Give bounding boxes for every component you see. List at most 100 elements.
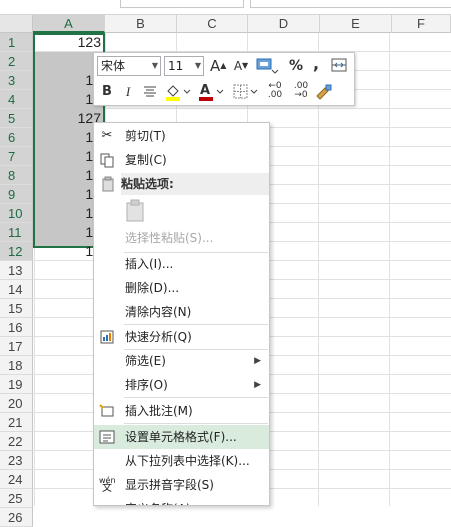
mini-toolbar: 宋体 ▼ 11 ▼ A▲ A▼ % , B I A ←0 .00 .00 →0 <box>93 52 355 106</box>
merge-center-icon <box>331 58 347 72</box>
row-header-12[interactable]: 12 <box>0 242 33 261</box>
row-header-13[interactable]: 13 <box>0 261 33 280</box>
comma-style-button[interactable]: , <box>310 55 322 73</box>
menu-item-quick-analysis[interactable]: 快速分析(Q) <box>94 325 269 349</box>
copy-icon <box>99 152 115 168</box>
row-header-1[interactable]: 1 <box>0 33 33 52</box>
column-header-b[interactable]: B <box>105 15 177 33</box>
menu-item-pick-from-list[interactable]: 从下拉列表中选择(K)... <box>94 449 269 473</box>
column-header-f[interactable]: F <box>392 15 451 33</box>
row-header-17[interactable]: 17 <box>0 337 33 356</box>
row-header-21[interactable]: 21 <box>0 413 33 432</box>
increase-decimal-icon: ←0.00 <box>267 81 283 100</box>
chevron-down-icon: ▼ <box>194 61 201 70</box>
font-size-select[interactable]: 11 ▼ <box>164 56 204 76</box>
cell-a9[interactable]: 13 <box>33 185 101 204</box>
row-header-26[interactable]: 26 <box>0 508 33 527</box>
menu-item-copy[interactable]: 复制(C) <box>94 148 269 172</box>
comment-icon <box>99 403 115 419</box>
format-cells-icon <box>99 429 115 445</box>
menu-item-show-phonetic[interactable]: wén 文 显示拼音字段(S) <box>94 473 269 497</box>
row-header-4[interactable]: 4 <box>0 90 33 109</box>
borders-button[interactable] <box>232 82 260 108</box>
format-painter-icon <box>316 84 332 100</box>
column-header-a[interactable]: A <box>33 15 105 33</box>
cell-a10[interactable]: 13 <box>33 204 101 223</box>
fill-color-button[interactable] <box>164 82 192 108</box>
paste-clipboard-icon <box>126 199 144 222</box>
row-header-20[interactable]: 20 <box>0 394 33 413</box>
phonetic-icon: wén 文 <box>99 476 116 494</box>
align-center-button[interactable] <box>142 83 158 105</box>
row-header-2[interactable]: 2 <box>0 52 33 71</box>
row-header-7[interactable]: 7 <box>0 147 33 166</box>
row-header-25[interactable]: 25 <box>0 489 33 508</box>
row-header-6[interactable]: 6 <box>0 128 33 147</box>
decrease-font-size-button[interactable]: A▼ <box>233 57 249 75</box>
menu-item-insert[interactable]: 插入(I)... <box>94 252 269 276</box>
menu-separator <box>124 397 268 398</box>
row-header-16[interactable]: 16 <box>0 318 33 337</box>
menu-item-define-name[interactable]: 定义名称(A)... <box>94 497 269 505</box>
row-header-22[interactable]: 22 <box>0 432 33 451</box>
cell-a1[interactable]: 123 <box>33 33 101 52</box>
cell-a5[interactable]: 127 <box>33 109 101 128</box>
format-painter-button[interactable] <box>314 82 334 108</box>
percent-style-button[interactable]: % <box>288 57 304 75</box>
cell-a7[interactable]: 12 <box>33 147 101 166</box>
paste-options-header: 粘贴选项: <box>121 173 269 195</box>
font-color-button[interactable]: A <box>198 82 226 108</box>
column-header-e[interactable]: E <box>320 15 392 33</box>
row-header-9[interactable]: 9 <box>0 185 33 204</box>
scissors-icon: ✂ <box>101 128 113 143</box>
bold-button[interactable]: B <box>100 83 114 101</box>
row-header-8[interactable]: 8 <box>0 166 33 185</box>
increase-font-size-button[interactable]: A▲ <box>210 57 226 75</box>
row-header-19[interactable]: 19 <box>0 375 33 394</box>
row-header-3[interactable]: 3 <box>0 71 33 90</box>
menu-item-insert-comment[interactable]: 插入批注(M) <box>94 399 269 423</box>
menu-item-paste-special[interactable]: 选择性粘贴(S)... <box>94 226 269 250</box>
merge-center-button[interactable] <box>330 56 348 80</box>
formula-bar-area <box>0 0 451 15</box>
accounting-format-button[interactable] <box>254 56 280 82</box>
clipboard-icon <box>100 176 116 192</box>
cell-a12[interactable]: 13 <box>33 242 101 261</box>
column-header-c[interactable]: C <box>177 15 248 33</box>
row-header-18[interactable]: 18 <box>0 356 33 375</box>
cell-a3[interactable]: 12 <box>33 71 101 90</box>
menu-item-sort[interactable]: 排序(O) ▶ <box>94 373 269 397</box>
cell-a4[interactable]: 12 <box>33 90 101 109</box>
chevron-down-icon: ▼ <box>151 61 158 70</box>
cell-a11[interactable]: 13 <box>33 223 101 242</box>
formula-input[interactable] <box>250 0 451 8</box>
row-header-11[interactable]: 11 <box>0 223 33 242</box>
row-header-14[interactable]: 14 <box>0 280 33 299</box>
menu-item-clear-contents[interactable]: 清除内容(N) <box>94 300 269 324</box>
row-header-24[interactable]: 24 <box>0 470 33 489</box>
accounting-format-icon <box>256 58 279 74</box>
decrease-decimal-button[interactable]: .00 →0 <box>290 82 312 100</box>
menu-item-filter[interactable]: 筛选(E) ▶ <box>94 349 269 373</box>
cell-a8[interactable]: 12 <box>33 166 101 185</box>
increase-decimal-button[interactable]: ←0.00 <box>264 82 286 100</box>
menu-item-cut[interactable]: ✂ 剪切(T) <box>94 124 269 148</box>
align-center-icon <box>144 86 156 97</box>
row-header-5[interactable]: 5 <box>0 109 33 128</box>
menu-item-format-cells[interactable]: 设置单元格格式(F)... <box>94 425 269 449</box>
chevron-right-icon: ▶ <box>254 356 261 366</box>
quick-analysis-icon <box>99 329 115 345</box>
column-header-d[interactable]: D <box>248 15 320 33</box>
cell-a6[interactable]: 12 <box>33 128 101 147</box>
row-header-23[interactable]: 23 <box>0 451 33 470</box>
menu-item-delete[interactable]: 删除(D)... <box>94 276 269 300</box>
paste-button[interactable] <box>124 199 146 223</box>
select-all-corner[interactable] <box>0 15 33 33</box>
name-box[interactable] <box>120 0 244 8</box>
italic-button[interactable]: I <box>121 83 135 101</box>
font-name-select[interactable]: 宋体 ▼ <box>97 56 161 76</box>
row-header-15[interactable]: 15 <box>0 299 33 318</box>
context-menu: ✂ 剪切(T) 复制(C) 粘贴选项: 选择性粘贴(S)... 插入(I)...… <box>93 122 270 506</box>
chevron-right-icon: ▶ <box>254 380 261 390</box>
row-header-10[interactable]: 10 <box>0 204 33 223</box>
